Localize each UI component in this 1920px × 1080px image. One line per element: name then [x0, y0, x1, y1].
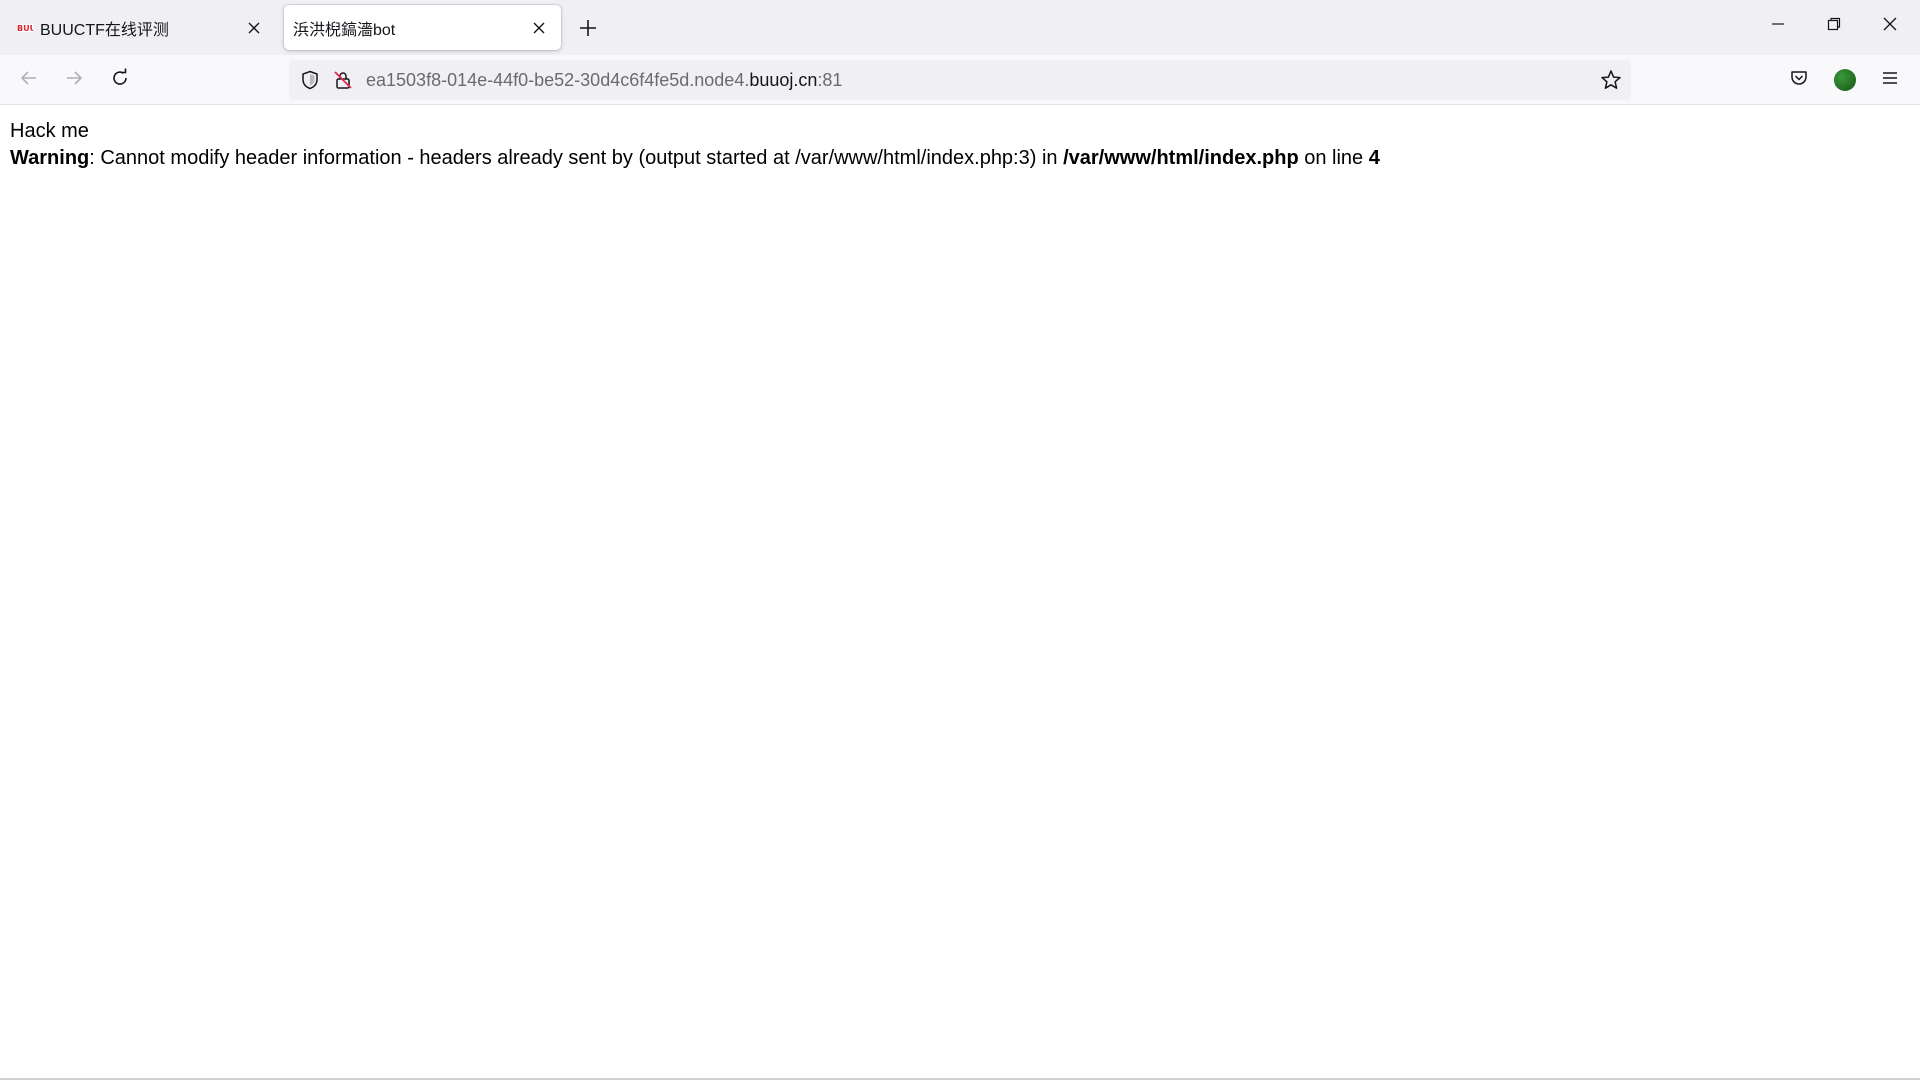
warning-file: /var/www/html/index.php: [1063, 147, 1299, 169]
warning-message: : Cannot modify header information - hea…: [89, 147, 1064, 169]
pocket-button[interactable]: [1782, 63, 1816, 97]
tab-title: 浜洪棿鎬濇bot: [293, 21, 396, 39]
back-arrow-icon: [19, 68, 39, 93]
hamburger-menu-icon: [1881, 70, 1899, 91]
hack-me-text: Hack me: [10, 120, 89, 142]
php-warning: Warning: Cannot modify header informatio…: [10, 145, 1380, 172]
close-tab-icon[interactable]: [242, 16, 266, 40]
close-tab-icon[interactable]: [527, 16, 551, 40]
back-button[interactable]: [12, 63, 46, 97]
new-tab-button[interactable]: [572, 14, 604, 46]
close-icon: [1883, 17, 1897, 36]
forward-button[interactable]: [57, 63, 91, 97]
forward-arrow-icon: [64, 68, 84, 93]
url-prefix: ea1503f8-014e-44f0-be52-30d4c6f4fe5d.nod…: [366, 70, 750, 90]
url-port: :81: [817, 70, 843, 90]
page-content: Hack me Warning: Cannot modify header in…: [10, 118, 1380, 172]
tab-buuctf[interactable]: BUU BUUCTF在线评测: [6, 5, 276, 50]
url-text[interactable]: ea1503f8-014e-44f0-be52-30d4c6f4fe5d.nod…: [366, 60, 842, 100]
warning-label: Warning: [10, 147, 90, 169]
close-window-button[interactable]: [1870, 8, 1910, 44]
svg-text:BUU: BUU: [17, 24, 33, 33]
url-bar[interactable]: ea1503f8-014e-44f0-be52-30d4c6f4fe5d.nod…: [289, 60, 1631, 100]
warning-line-number: 4: [1368, 147, 1380, 169]
url-domain: buuoj.cn: [749, 70, 818, 90]
reload-button[interactable]: [103, 63, 137, 97]
navigation-toolbar: ea1503f8-014e-44f0-be52-30d4c6f4fe5d.nod…: [0, 55, 1920, 105]
restore-button[interactable]: [1814, 8, 1854, 44]
pocket-icon: [1789, 68, 1809, 93]
warning-line-text: on line: [1298, 147, 1369, 169]
restore-icon: [1827, 17, 1841, 36]
app-menu-button[interactable]: [1873, 63, 1907, 97]
tab-strip: BUU BUUCTF在线评测 浜洪棿鎬濇bot: [0, 0, 1920, 55]
bookmark-star-icon[interactable]: [1599, 68, 1623, 92]
account-avatar[interactable]: [1834, 69, 1856, 91]
plus-icon: [579, 19, 597, 42]
reload-icon: [110, 68, 130, 93]
tracking-protection-shield-icon[interactable]: [298, 68, 322, 92]
minimize-button[interactable]: [1758, 8, 1798, 44]
buuctf-favicon-icon: BUU: [15, 18, 35, 38]
tab-title: BUUCTF在线评测: [40, 21, 169, 39]
minimize-icon: [1771, 17, 1785, 36]
tab-active[interactable]: 浜洪棿鎬濇bot: [284, 5, 561, 50]
insecure-lock-icon[interactable]: [331, 68, 355, 92]
